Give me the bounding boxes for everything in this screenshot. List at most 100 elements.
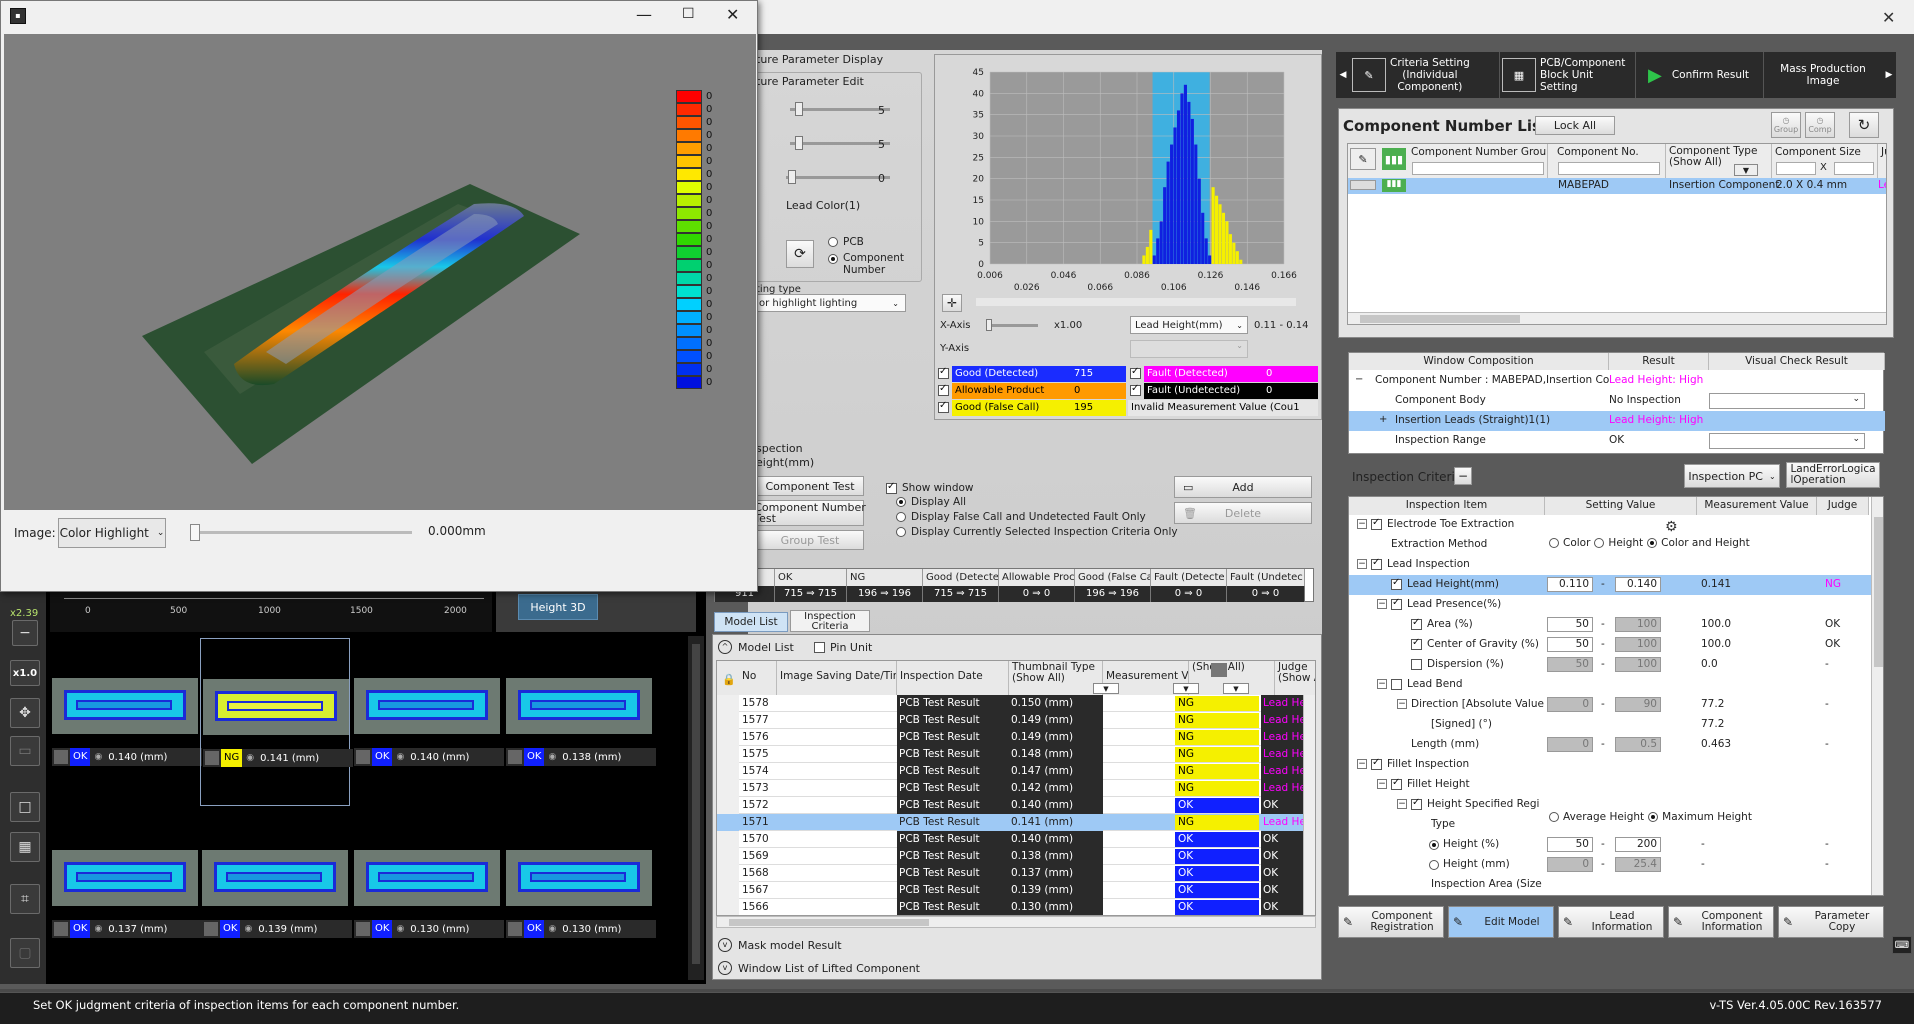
filter-dropdown-icon[interactable]: ▼ <box>1223 683 1249 694</box>
measure-button[interactable]: ⌗ <box>10 884 40 914</box>
param-slider-3[interactable] <box>786 170 890 184</box>
rotate-button[interactable]: ⟳ <box>786 240 814 268</box>
setting-min-input[interactable]: 0 <box>1547 737 1593 752</box>
legend-row[interactable]: Good (False Call)195 <box>936 400 1126 416</box>
table-row[interactable]: 1578 PCB Test Result 0.150 (mm) NG Lead Heig <box>717 695 1315 712</box>
image-select-dropdown[interactable]: Color Highlight ⌄ <box>58 518 166 548</box>
thumbnail-card[interactable]: NG ◉ 0.141 (mm) <box>200 638 353 806</box>
legend-checkbox[interactable] <box>1130 366 1141 379</box>
bottom-tab[interactable]: ✎ Component Registration <box>1338 906 1444 938</box>
criteria-checkbox[interactable] <box>1411 617 1422 630</box>
fit-button[interactable]: ✥ <box>10 698 40 728</box>
collapse-icon[interactable]: − <box>1377 599 1387 609</box>
criteria-row[interactable]: [Signed] (°) 77.2 <box>1349 715 1871 735</box>
nav-criteria-setting[interactable]: ✎ Criteria Setting (Individual Component… <box>1350 52 1500 98</box>
xaxis-select[interactable]: Lead Height(mm) ⌄ <box>1130 316 1248 334</box>
wincomp-row-2[interactable]: + Insertion Leads (Straight)1(1) Lead He… <box>1349 411 1885 431</box>
setting-min-input[interactable]: 0 <box>1547 857 1593 872</box>
lock-icon[interactable]: 🔒 <box>722 673 736 686</box>
keyboard-icon[interactable]: ⌨ <box>1892 936 1912 954</box>
add-button[interactable]: ▭ Add <box>1174 476 1312 498</box>
thumbs-vscroll[interactable] <box>688 636 704 980</box>
wincomp-row-3[interactable]: Inspection Range OK ⌄ <box>1349 431 1885 451</box>
table-row[interactable]: 1569 PCB Test Result 0.138 (mm) OK OK <box>717 848 1315 865</box>
show-window-check[interactable]: Show window <box>886 481 974 494</box>
collapse-icon[interactable]: − <box>1377 679 1387 689</box>
nav-mass-production[interactable]: Mass Production Image <box>1764 52 1882 98</box>
legend-row[interactable]: Good (Detected)715 <box>936 366 1126 382</box>
legend-checkbox[interactable] <box>1130 383 1141 396</box>
criteria-checkbox[interactable] <box>1391 777 1402 790</box>
legend-checkbox[interactable] <box>938 400 949 413</box>
criteria-checkbox[interactable] <box>1371 557 1382 570</box>
inspection-pc-dropdown[interactable]: Inspection PC ⌄ <box>1684 464 1780 488</box>
criteria-checkbox[interactable] <box>1371 517 1382 530</box>
criteria-collapse-button[interactable]: − <box>1454 467 1472 485</box>
tab-model-list[interactable]: Model List <box>714 612 788 632</box>
setting-min-input[interactable]: 50 <box>1547 837 1593 852</box>
criteria-row[interactable]: − Fillet Height <box>1349 775 1871 795</box>
param-slider-1[interactable] <box>790 102 890 116</box>
criteria-checkbox[interactable] <box>1411 637 1422 650</box>
criteria-checkbox[interactable] <box>1411 797 1422 810</box>
histogram-hscroll[interactable] <box>976 298 1296 306</box>
table-row[interactable]: 1576 PCB Test Result 0.149 (mm) NG Lead Heig <box>717 729 1315 746</box>
radio-height[interactable] <box>1594 538 1605 548</box>
criteria-row[interactable]: Height (mm) 0-25.4- - <box>1349 855 1871 875</box>
setting-max-input[interactable]: 100 <box>1615 637 1661 652</box>
criteria-row[interactable]: Height (%) 50-200- - <box>1349 835 1871 855</box>
thumbnail-card[interactable]: OK ◉ 0.140 (mm) <box>50 638 202 806</box>
radio-average-height[interactable] <box>1549 812 1559 822</box>
model-header[interactable]: No <box>739 661 777 695</box>
criteria-checkbox[interactable] <box>1391 679 1402 690</box>
criteria-checkbox[interactable] <box>1371 757 1382 770</box>
radio-pcb-group[interactable]: PCB <box>828 236 864 248</box>
legend-checkbox[interactable] <box>938 383 949 396</box>
single-view-button[interactable]: □ <box>10 792 40 822</box>
thumbnail-card[interactable]: OK ◉ 0.130 (mm) <box>504 810 656 978</box>
size-input-b[interactable] <box>1834 162 1874 175</box>
xaxis-zoom-slider[interactable] <box>986 319 1038 331</box>
collapse-icon[interactable]: − <box>1377 779 1387 789</box>
legend-checkbox[interactable] <box>938 366 949 379</box>
criteria-row[interactable]: Center of Gravity (%) 50-100 100.0 OK <box>1349 635 1871 655</box>
group-button[interactable]: ◷ Group <box>1771 112 1801 138</box>
zoom-reset-button[interactable]: x1.0 <box>10 660 40 686</box>
model-header[interactable]: Image Saving Date/Time <box>777 661 897 695</box>
lifted-component-row[interactable]: v Window List of Lifted Component <box>718 961 920 975</box>
setting-min-input[interactable]: 0 <box>1547 697 1593 712</box>
filter-dropdown-icon[interactable]: ▼ <box>1173 683 1199 694</box>
legend-row[interactable]: Allowable Product0 <box>936 383 1126 399</box>
radio-color-height[interactable] <box>1647 538 1658 548</box>
criteria-checkbox[interactable] <box>1391 577 1402 590</box>
type-dropdown-icon[interactable]: ▼ <box>1734 164 1758 176</box>
viewer-canvas[interactable]: 0 0 0 0 0 0 0 0 0 0 0 0 0 0 0 0 0 0 0 0 0 0 0 <box>4 34 756 510</box>
criteria-vscroll[interactable] <box>1871 497 1883 895</box>
collapse-icon[interactable]: − <box>1355 374 1363 385</box>
land-error-button[interactable]: LandErrorLogica lOperation <box>1786 462 1880 488</box>
shape-button[interactable]: ▭ <box>10 736 40 766</box>
criteria-row[interactable]: Lead Height(mm) 0.110-0.140 0.141 NG <box>1349 575 1871 595</box>
delete-button[interactable]: 🗑 Delete <box>1174 502 1312 524</box>
criteria-row[interactable]: − Electrode Toe Extraction <box>1349 515 1871 535</box>
legend-row[interactable]: Fault (Detected)0 <box>1128 366 1318 382</box>
component-test-button[interactable]: Component Test <box>756 476 864 496</box>
height-radio[interactable] <box>1429 840 1439 850</box>
table-row[interactable]: 1570 PCB Test Result 0.140 (mm) OK OK <box>717 831 1315 848</box>
table-row[interactable]: 1572 PCB Test Result 0.140 (mm) OK OK <box>717 797 1315 814</box>
bottom-tab[interactable]: ✎ Edit Model <box>1448 906 1554 938</box>
setting-max-input[interactable]: 200 <box>1615 837 1661 852</box>
criteria-checkbox[interactable] <box>1411 659 1422 670</box>
model-header[interactable]: Judge (Show All <box>1275 661 1315 695</box>
wincomp-row-1[interactable]: Component Body No Inspection ⌄ <box>1349 391 1885 411</box>
table-row[interactable]: 1568 PCB Test Result 0.137 (mm) OK OK <box>717 865 1315 882</box>
zoom-out-button[interactable]: − <box>12 620 38 646</box>
lead-green-icon[interactable]: ▮▮▮ <box>1382 148 1406 170</box>
collapse-icon[interactable]: − <box>1357 759 1367 769</box>
lock-all-button[interactable]: Lock All <box>1535 116 1615 135</box>
comp-button[interactable]: ◷ Comp <box>1805 112 1835 138</box>
criteria-row[interactable]: − Direction [Absolute Value 0-90 77.2- <box>1349 695 1871 715</box>
component-list-hscroll[interactable] <box>1348 312 1886 324</box>
wincomp-row-0[interactable]: − Component Number : MABEPAD,Insertion C… <box>1349 371 1885 391</box>
setting-max-input[interactable]: 25.4 <box>1615 857 1661 872</box>
